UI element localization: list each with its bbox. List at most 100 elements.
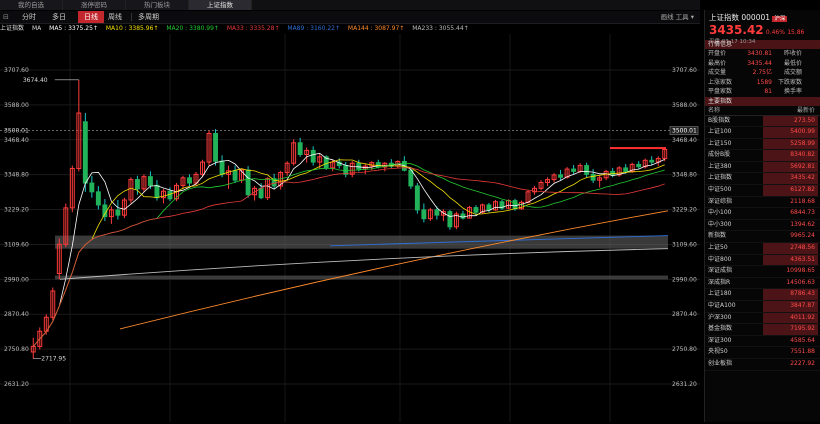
y-tick-right: 3588.00 bbox=[672, 102, 697, 109]
quote-row-label2: 换手率 bbox=[783, 88, 802, 95]
index-row[interactable]: 中证800 4363.51 bbox=[705, 254, 820, 267]
index-row[interactable]: 基金指数 7195.92 bbox=[705, 324, 820, 336]
index-price: 3847.87 bbox=[763, 301, 818, 312]
quote-row-value: 2.75亿 bbox=[752, 69, 772, 76]
marker-bar bbox=[610, 147, 666, 150]
index-price: 7195.92 bbox=[763, 324, 818, 335]
index-name: 中证800 bbox=[708, 255, 732, 263]
index-price: 7551.88 bbox=[790, 348, 815, 356]
draw-tools-menu[interactable]: 画线 工具 ▾ bbox=[661, 11, 694, 23]
index-row[interactable]: 沪深300 4011.92 bbox=[705, 312, 820, 325]
index-row[interactable]: 中证500 6127.82 bbox=[705, 185, 820, 197]
quote-panel: 上证指数 000001 沪深 3435.42 0.46% 15.86 平盘 03… bbox=[704, 10, 820, 422]
index-row[interactable]: 成份B股 8340.82 bbox=[705, 150, 820, 162]
index-row[interactable]: 上证180 8786.43 bbox=[705, 289, 820, 301]
candle-body bbox=[512, 200, 518, 210]
quote-row-value: 3435.44 bbox=[747, 59, 772, 67]
quote-row-label2: 昨收价 bbox=[783, 50, 802, 57]
index-row[interactable]: 深证成指 10998.65 bbox=[705, 266, 820, 278]
candle-body bbox=[375, 162, 381, 168]
index-price: 9965.24 bbox=[790, 232, 815, 240]
tab-limit-up[interactable]: 涨停密码 bbox=[63, 0, 126, 10]
candle-body bbox=[343, 165, 349, 175]
index-row[interactable]: 上证150 5258.99 bbox=[705, 138, 820, 151]
y-tick-right: 2631.20 bbox=[672, 381, 697, 388]
index-row[interactable]: 中小300 1394.62 bbox=[705, 220, 820, 232]
index-name: 中小300 bbox=[708, 220, 732, 228]
candle-body bbox=[134, 179, 140, 190]
candle-body bbox=[82, 121, 88, 184]
candle-body bbox=[408, 169, 414, 187]
ma144-value: MA144 : 3087.97↑ bbox=[347, 25, 405, 32]
quote-row-value: 3430.81 bbox=[747, 50, 772, 57]
tab-watchlist[interactable]: 我的自选 bbox=[0, 0, 63, 10]
y-tick-right: 2750.80 bbox=[672, 346, 697, 353]
index-price: 4363.51 bbox=[763, 254, 818, 266]
period-weekly[interactable]: 周线 bbox=[108, 11, 122, 23]
index-header: 名称 最新价 bbox=[705, 106, 820, 116]
quote-row-label: 最高价 bbox=[708, 59, 727, 67]
index-name: 沪深300 bbox=[708, 313, 732, 321]
tab-hot-sectors[interactable]: 热门板块 bbox=[126, 0, 189, 10]
candle-body bbox=[115, 209, 121, 216]
period-multiday[interactable]: 多日 bbox=[52, 11, 66, 23]
index-name: 上证150 bbox=[708, 139, 732, 147]
index-row[interactable]: 上证指数 3435.42 bbox=[705, 173, 820, 186]
index-row[interactable]: 上证100 5400.99 bbox=[705, 127, 820, 139]
market-badge: 沪深 bbox=[772, 16, 788, 22]
period-multi[interactable]: 多周期 bbox=[138, 11, 159, 23]
low-annotation: 2717.95 bbox=[41, 356, 66, 363]
index-row[interactable]: 新指数 9965.24 bbox=[705, 231, 820, 244]
kline-chart[interactable]: 3707.60 3707.60 3588.00 3588.00 3468.40 3468.… bbox=[0, 34, 700, 422]
y-tick-left: 2631.20 bbox=[4, 381, 29, 388]
index-price: 6844.73 bbox=[790, 209, 815, 217]
quote-rows: 开盘价 3430.81 昨收价 最高价 3435.44 最低价 成交量 2.75亿 成交额 上涨家… bbox=[705, 49, 820, 97]
index-row[interactable]: 上证380 5692.81 bbox=[705, 161, 820, 174]
candle-body bbox=[297, 142, 303, 155]
ma-line bbox=[32, 167, 665, 347]
index-row[interactable]: 中小100 6844.73 bbox=[705, 208, 820, 220]
index-price: 8786.43 bbox=[763, 289, 818, 300]
support-zone bbox=[55, 235, 668, 249]
quote-row-label: 开盘价 bbox=[708, 50, 727, 57]
period-daily[interactable]: 日线 bbox=[78, 11, 104, 23]
quote-row-label: 上涨家数 bbox=[708, 78, 733, 86]
index-name: 上证100 bbox=[708, 128, 732, 136]
y-tick-right: 3468.40 bbox=[672, 137, 697, 144]
candle-body bbox=[636, 163, 642, 168]
high-annotation: 3674.40 bbox=[23, 77, 48, 84]
index-row[interactable]: 深证300 4585.64 bbox=[705, 336, 820, 348]
quote-row-label: 成交量 bbox=[708, 69, 727, 76]
index-row[interactable]: 上证50 2748.56 bbox=[705, 243, 820, 255]
ma-line bbox=[32, 152, 665, 347]
candle-body bbox=[356, 162, 362, 170]
index-row[interactable]: 中证A100 3847.87 bbox=[705, 301, 820, 313]
y-tick-right: 2990.00 bbox=[672, 276, 697, 283]
index-row[interactable]: 深证综指 2118.68 bbox=[705, 197, 820, 209]
candle-body bbox=[558, 174, 564, 178]
candle-body bbox=[245, 169, 251, 196]
tab-bar: 我的自选 涨停密码 热门板块 上证指数 bbox=[0, 0, 700, 10]
index-name: 深证成指 bbox=[708, 267, 733, 275]
tab-sse-index[interactable]: 上证指数 bbox=[189, 0, 252, 10]
y-tick-right: 3348.80 bbox=[672, 172, 697, 179]
period-intraday[interactable]: 分时 bbox=[22, 11, 36, 23]
quote-row-label2: 成交额 bbox=[783, 69, 802, 76]
index-price: 5258.99 bbox=[763, 138, 818, 150]
index-row[interactable]: 深成指R 14506.63 bbox=[705, 278, 820, 290]
index-col-price: 最新价 bbox=[796, 106, 815, 114]
index-row[interactable]: B股指数 273.50 bbox=[705, 115, 820, 128]
quote-change-pct: 0.46% bbox=[765, 29, 785, 36]
index-row[interactable]: 央视50 7551.88 bbox=[705, 347, 820, 359]
index-row[interactable]: 创业板指 2227.92 bbox=[705, 359, 820, 371]
index-name: B股指数 bbox=[708, 116, 731, 124]
ma233-line bbox=[59, 248, 669, 280]
y-tick-left: 3229.20 bbox=[4, 207, 29, 214]
back-icon[interactable]: ⊟ bbox=[3, 11, 9, 23]
period-toolbar: ⊟ 分时 多日 日线 周线 多周期 画线 工具 ▾ bbox=[0, 11, 700, 24]
kline-svg[interactable]: 3707.60 3707.60 3588.00 3588.00 3468.40 3468.… bbox=[0, 34, 700, 422]
index-name: 央视50 bbox=[708, 348, 728, 356]
index-price: 6127.82 bbox=[763, 185, 818, 196]
index-price: 3435.42 bbox=[763, 173, 818, 185]
candle-body bbox=[219, 160, 225, 175]
